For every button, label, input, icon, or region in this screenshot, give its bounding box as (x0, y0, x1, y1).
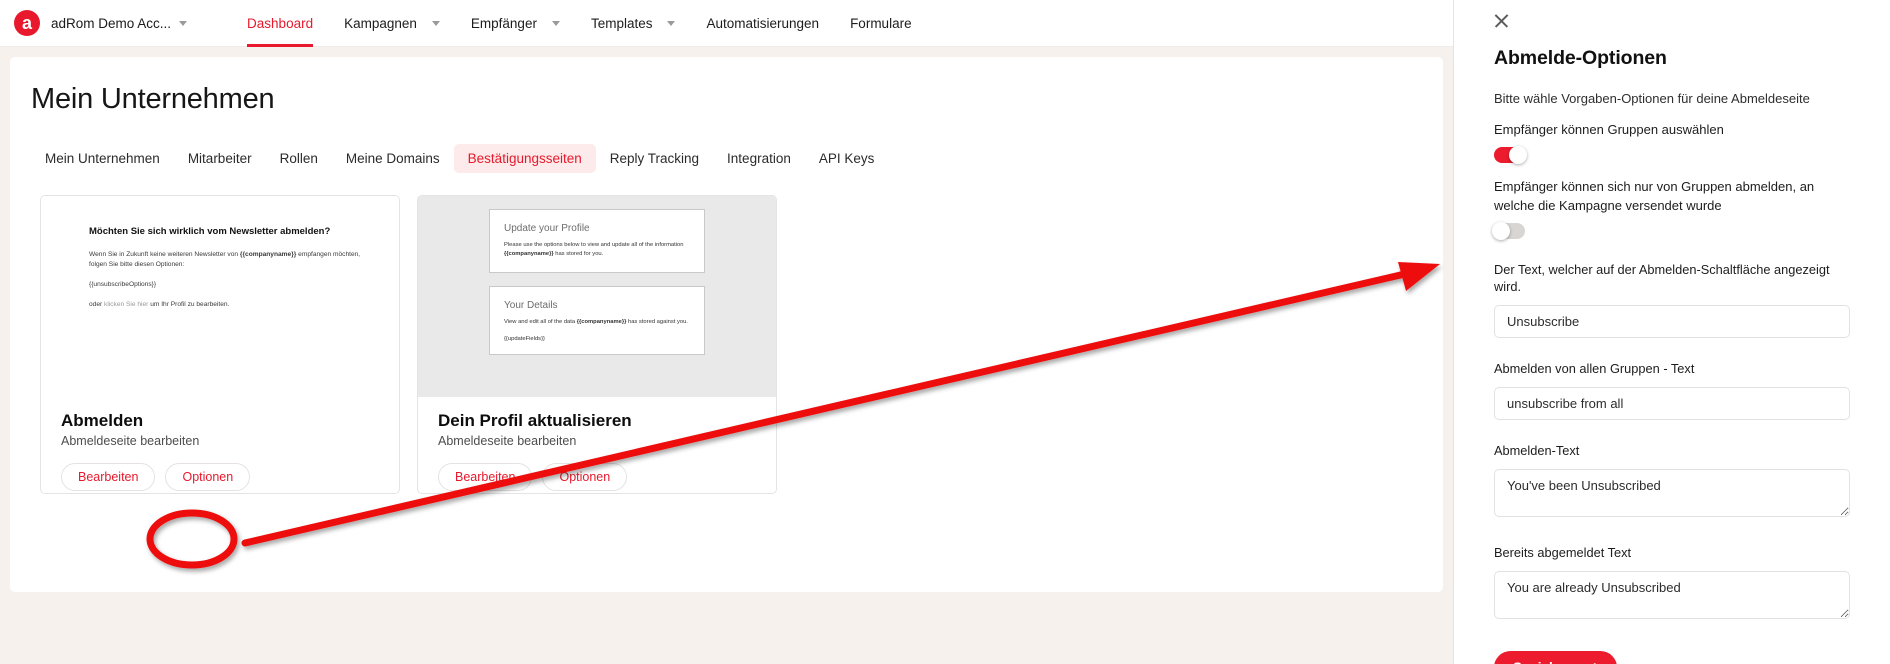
nav-label: Dashboard (247, 15, 314, 31)
nav-label: Formulare (850, 15, 912, 31)
preview-box-token: {{updateFields}} (504, 335, 545, 342)
top-navigation-bar: a adRom Demo Acc... Dashboard Kampagnen … (0, 0, 1453, 47)
preview-paragraph-2: oder klicken Sie hier um Ihr Profil zu b… (89, 301, 230, 309)
tab-reply-tracking[interactable]: Reply Tracking (596, 144, 713, 173)
nav-label: Empfänger (470, 15, 537, 31)
bearbeiten-button-profil[interactable]: Bearbeiten (438, 463, 533, 491)
abmelden-alle-gruppen-input[interactable] (1494, 387, 1850, 421)
card-actions: Bearbeiten Optionen (61, 463, 379, 491)
card-actions: Bearbeiten Optionen (438, 463, 756, 491)
chevron-down-icon (431, 20, 440, 26)
card-abmelden: Möchten Sie sich wirklich vom Newsletter… (40, 195, 400, 494)
preview-box-text: Please use the options below to view and… (504, 242, 684, 258)
bearbeiten-button-abmelden[interactable]: Bearbeiten (61, 463, 156, 491)
nav-label: Templates (590, 15, 653, 31)
tab-integration[interactable]: Integration (713, 144, 805, 173)
nav-label: Automatisierungen (706, 15, 820, 31)
toggle-gruppen-auswaehlen[interactable] (1494, 145, 1527, 164)
account-name-label: adRom Demo Acc... (51, 15, 172, 31)
app-region: a adRom Demo Acc... Dashboard Kampagnen … (0, 0, 1453, 664)
preview-box-text: View and edit all of the data {{companyn… (504, 318, 688, 325)
drawer-description: Bitte wähle Vorgaben-Optionen für deine … (1494, 91, 1810, 106)
confirmation-pages-card-list: Möchten Sie sich wirklich vom Newsletter… (40, 195, 1443, 494)
preview-box-update-profile: Update your Profile Please use the optio… (489, 209, 705, 273)
optionen-button-abmelden[interactable]: Optionen (165, 463, 251, 491)
card-title: Abmelden (61, 411, 144, 430)
chevron-down-icon (179, 20, 188, 26)
abmelden-text-textarea[interactable]: You've been Unsubscribed (1494, 469, 1850, 518)
field-label-button-text: Der Text, welcher auf der Abmelden-Schal… (1494, 261, 1830, 295)
card-preview-abmelden: Möchten Sie sich wirklich vom Newsletter… (41, 196, 399, 397)
preview-box-heading: Your Details (504, 299, 558, 311)
tab-api-keys[interactable]: API Keys (805, 144, 889, 173)
card-profil-aktualisieren: Update your Profile Please use the optio… (417, 195, 777, 494)
tab-bestaetigungsseiten[interactable]: Bestätigungsseiten (453, 144, 596, 173)
drawer-title: Abmelde-Optionen (1494, 47, 1667, 69)
preview-box-your-details: Your Details View and edit all of the da… (489, 285, 705, 355)
preview-box-heading: Update your Profile (504, 223, 590, 234)
check-icon: ✓ (1586, 659, 1598, 664)
nav-item-dashboard[interactable]: Dashboard (247, 0, 314, 47)
settings-tab-bar: Mein Unternehmen Mitarbeiter Rollen Mein… (31, 144, 1443, 173)
tab-mitarbeiter[interactable]: Mitarbeiter (174, 144, 266, 173)
card-footer-profil: Dein Profil aktualisieren Abmeldeseite b… (418, 397, 776, 491)
field-label-bereits-abgemeldet: Bereits abgemeldet Text (1494, 545, 1632, 561)
chevron-down-icon (667, 20, 676, 26)
preview-heading: Möchten Sie sich wirklich vom Newsletter… (89, 226, 331, 237)
toggle-label-nur-von-gruppen: Empfänger können sich nur von Gruppen ab… (1494, 178, 1815, 213)
preview-token: {{unsubscribeOptions}} (89, 281, 157, 289)
close-icon[interactable] (1491, 10, 1513, 32)
card-preview-profil: Update your Profile Please use the optio… (418, 196, 776, 397)
tab-mein-unternehmen[interactable]: Mein Unternehmen (31, 144, 174, 173)
nav-item-formulare[interactable]: Formulare (850, 0, 912, 47)
chevron-down-icon (551, 20, 560, 26)
save-button-label: Speichern (1513, 660, 1578, 664)
nav-item-empfaenger[interactable]: Empfänger (471, 0, 560, 47)
optionen-button-profil[interactable]: Optionen (542, 463, 628, 491)
field-label-unsubscribe-all: Abmelden von allen Gruppen - Text (1494, 361, 1695, 377)
nav-item-automatisierungen[interactable]: Automatisierungen (706, 0, 819, 47)
abmelde-optionen-drawer: Abmelde-Optionen Bitte wähle Vorgaben-Op… (1453, 0, 1890, 664)
card-subtitle: Abmeldeseite bearbeiten (61, 434, 200, 448)
content-sheet: Mein Unternehmen Mein Unternehmen Mitarb… (10, 57, 1443, 592)
nav-label: Kampagnen (344, 15, 417, 31)
toggle-label-gruppen-auswaehlen: Empfänger können Gruppen auswählen (1494, 122, 1724, 137)
bereits-abgemeldet-textarea[interactable]: You are already Unsubscribed (1494, 571, 1850, 620)
card-title: Dein Profil aktualisieren (438, 411, 632, 430)
toggle-knob (1492, 221, 1510, 240)
page-title: Mein Unternehmen (31, 83, 275, 115)
tab-rollen[interactable]: Rollen (266, 144, 332, 173)
main-nav-items: Dashboard Kampagnen Empfänger Templates … (247, 0, 912, 47)
toggle-knob (1509, 145, 1527, 164)
field-label-abmelden-text: Abmelden-Text (1494, 443, 1580, 459)
nav-item-templates[interactable]: Templates (591, 0, 676, 47)
card-subtitle: Abmeldeseite bearbeiten (438, 434, 577, 448)
nav-item-kampagnen[interactable]: Kampagnen (344, 0, 440, 47)
abmelden-button-text-input[interactable] (1494, 305, 1850, 339)
toggle-nur-von-gruppen[interactable] (1492, 221, 1525, 240)
card-footer-abmelden: Abmelden Abmeldeseite bearbeiten Bearbei… (41, 397, 399, 491)
preview-paragraph-1: Wenn Sie in Zukunft keine weiteren Newsl… (89, 250, 361, 269)
brand-logo-icon: a (14, 10, 40, 36)
tab-meine-domains[interactable]: Meine Domains (332, 144, 454, 173)
account-switcher[interactable]: a adRom Demo Acc... (14, 10, 188, 36)
speichern-button[interactable]: Speichern ✓ (1494, 651, 1618, 664)
